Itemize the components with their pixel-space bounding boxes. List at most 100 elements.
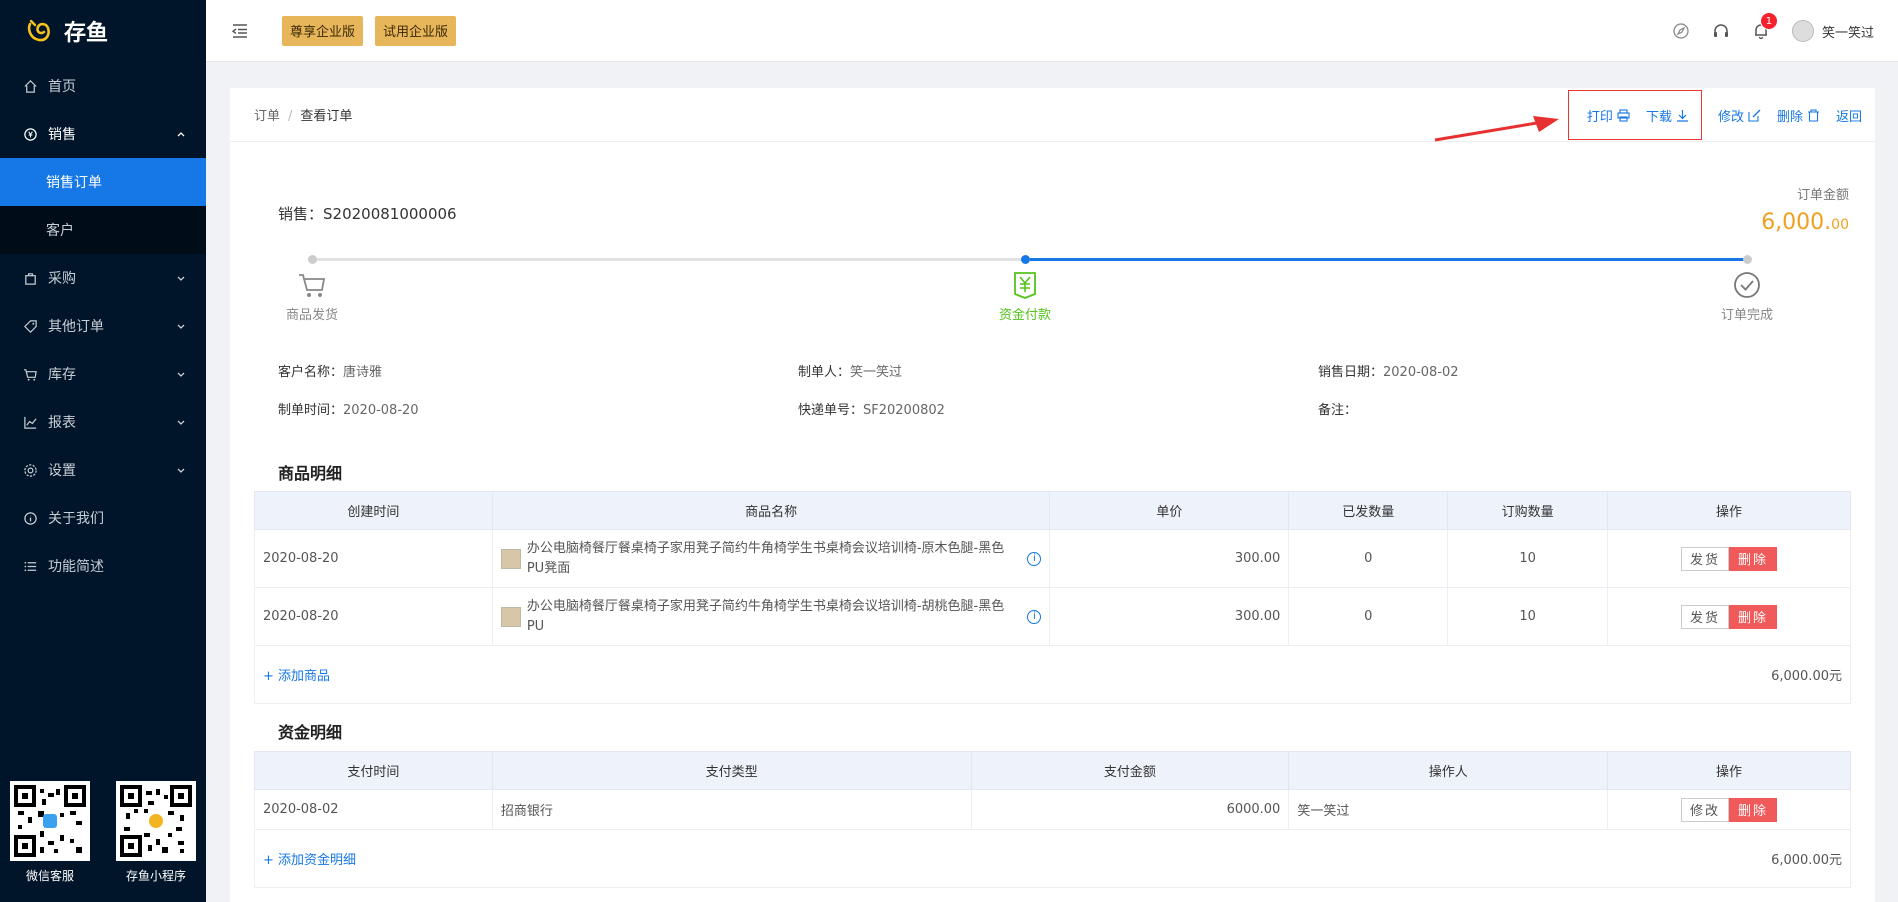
check-circle-icon [1734, 272, 1760, 298]
ship-button[interactable]: 发货 [1681, 546, 1730, 571]
field-label: 制单时间： [278, 402, 344, 418]
sidebar-item-inventory[interactable]: 库存 [0, 350, 206, 398]
pay-amount-cell: 6000.00 [970, 789, 1290, 830]
sidebar: 存鱼 首页 销售 销售订单 客户 采购 其他订单 库存 报表 设置 关于我们 功… [0, 0, 206, 902]
trial-edition-button[interactable]: 试用企业版 [375, 15, 457, 46]
delete-label: 删除 [1776, 109, 1803, 125]
sidebar-item-label: 报表 [48, 415, 76, 431]
progress-dot [1743, 255, 1752, 264]
chart-icon [22, 414, 38, 430]
table-footer-row: + 添加资金明细 6,000.00元 [253, 829, 1851, 888]
pay-type-cell: 招商银行 [491, 789, 972, 830]
sidebar-item-label: 库存 [48, 367, 76, 383]
customer-field: 客户名称：唐诗雅 [278, 361, 798, 380]
qr-wechat-service[interactable]: 微信客服 [10, 781, 90, 884]
info-icon[interactable]: i [1027, 551, 1042, 566]
actions-cell: 修改 删除 [1607, 789, 1851, 830]
product-cell: 办公电脑椅餐厅餐桌椅子家用凳子简约牛角椅学生书桌椅会议培训椅-原木色腿-黑色PU… [491, 529, 1051, 588]
sidebar-item-about[interactable]: 关于我们 [0, 494, 206, 542]
column-header: 支付金额 [970, 751, 1290, 790]
chevron-down-icon [177, 324, 185, 329]
product-thumbnail[interactable] [500, 606, 521, 627]
sidebar-item-other-orders[interactable]: 其他订单 [0, 302, 206, 350]
sidebar-item-label: 采购 [48, 271, 76, 287]
table-footer-row: + 添加商品 6,000.00元 [253, 645, 1851, 704]
express-field: 快递单号：SF20200802 [798, 399, 1318, 418]
chevron-down-icon [177, 276, 185, 281]
delete-row-button[interactable]: 删除 [1729, 604, 1778, 629]
qr-mini-program[interactable]: 存鱼小程序 [116, 781, 196, 884]
delete-row-button[interactable]: 删除 [1729, 797, 1778, 822]
funds-table: 支付时间 支付类型 支付金额 操作人 操作 2020-08-02 招商银行 60… [253, 751, 1851, 888]
order-actions: 打印 下载 修改 删除 返回 [1558, 88, 1862, 142]
order-title-prefix: 销售： [278, 205, 324, 223]
column-header: 创建时间 [254, 491, 493, 530]
progress-line-blue [1030, 258, 1746, 261]
back-button[interactable]: 返回 [1836, 106, 1862, 125]
compass-icon[interactable] [1672, 22, 1690, 40]
created-cell: 2020-08-20 [254, 587, 493, 646]
user-menu[interactable]: 笑一笑过 [1791, 20, 1874, 42]
maker-value: 笑一笑过 [850, 364, 903, 380]
ship-button[interactable]: 发货 [1681, 604, 1730, 629]
goods-table: 创建时间 商品名称 单价 已发数量 订购数量 操作 2020-08-20 办公电… [253, 491, 1851, 704]
step-label: 商品发货 [285, 308, 338, 323]
add-fund-label: 添加资金明细 [278, 853, 357, 868]
order-amount-decimal: 00 [1831, 217, 1849, 233]
info-icon[interactable]: i [1027, 609, 1042, 624]
trash-icon [1807, 108, 1819, 122]
sidebar-item-settings[interactable]: 设置 [0, 446, 206, 494]
column-header: 单价 [1049, 491, 1290, 530]
chevron-down-icon [177, 468, 185, 473]
home-icon [22, 78, 38, 94]
step-complete: 订单完成 [1707, 270, 1787, 323]
highlight-box: 打印 下载 [1567, 90, 1702, 140]
premium-edition-button[interactable]: 尊享企业版 [282, 15, 364, 46]
breadcrumb-separator: / [288, 109, 293, 124]
breadcrumb-current: 查看订单 [300, 109, 353, 124]
sidebar-item-customer[interactable]: 客户 [0, 206, 206, 254]
edit-button[interactable]: 修改 [1718, 106, 1761, 125]
funds-total: 6,000.00元 [1288, 829, 1851, 888]
table-header-row: 创建时间 商品名称 单价 已发数量 订购数量 操作 [254, 491, 1851, 530]
download-button[interactable]: 下载 [1646, 106, 1689, 125]
sidebar-item-sales-order[interactable]: 销售订单 [0, 158, 206, 206]
delete-button[interactable]: 删除 [1777, 106, 1820, 125]
bell-icon[interactable]: 1 [1752, 12, 1778, 40]
ordered-cell: 10 [1447, 587, 1609, 646]
brand-logo[interactable]: 存鱼 [0, 0, 206, 62]
print-button[interactable]: 打印 [1587, 106, 1630, 125]
qr-label: 微信客服 [25, 869, 74, 883]
cart-icon [299, 274, 326, 297]
headset-icon[interactable] [1712, 22, 1730, 40]
sidebar-item-label: 客户 [46, 223, 74, 239]
download-icon [1676, 109, 1688, 122]
column-header: 操作 [1607, 751, 1851, 790]
add-goods-link[interactable]: + 添加商品 [263, 669, 330, 684]
column-header: 支付时间 [254, 751, 493, 790]
sidebar-item-reports[interactable]: 报表 [0, 398, 206, 446]
add-fund-link[interactable]: + 添加资金明细 [263, 853, 356, 868]
sidebar-item-features[interactable]: 功能简述 [0, 542, 206, 590]
gear-icon [22, 462, 38, 478]
avatar [1791, 20, 1814, 42]
cart-icon [22, 366, 38, 382]
add-goods-label: 添加商品 [278, 669, 331, 684]
sidebar-item-sales[interactable]: 销售 [0, 110, 206, 158]
sales-icon [22, 126, 38, 142]
delete-row-button[interactable]: 删除 [1729, 546, 1778, 571]
sidebar-item-home[interactable]: 首页 [0, 62, 206, 110]
actions-cell: 发货 删除 [1607, 587, 1851, 646]
fish-logo-icon [26, 18, 52, 44]
product-thumbnail[interactable] [500, 548, 521, 569]
menu-fold-icon[interactable] [230, 21, 250, 41]
sidebar-item-purchase[interactable]: 采购 [0, 254, 206, 302]
breadcrumb-orders[interactable]: 订单 [254, 109, 280, 124]
chevron-down-icon [177, 372, 185, 377]
printer-icon [1617, 108, 1630, 122]
order-detail-panel: 订单 / 查看订单 打印 下载 修改 删除 返回 销售：S2020081000006… [230, 88, 1875, 902]
maker-field: 制单人：笑一笑过 [798, 361, 1318, 380]
edit-row-button[interactable]: 修改 [1681, 797, 1730, 822]
back-label: 返回 [1835, 109, 1862, 125]
qr-codes: 微信客服 存鱼小程序 [10, 781, 196, 884]
